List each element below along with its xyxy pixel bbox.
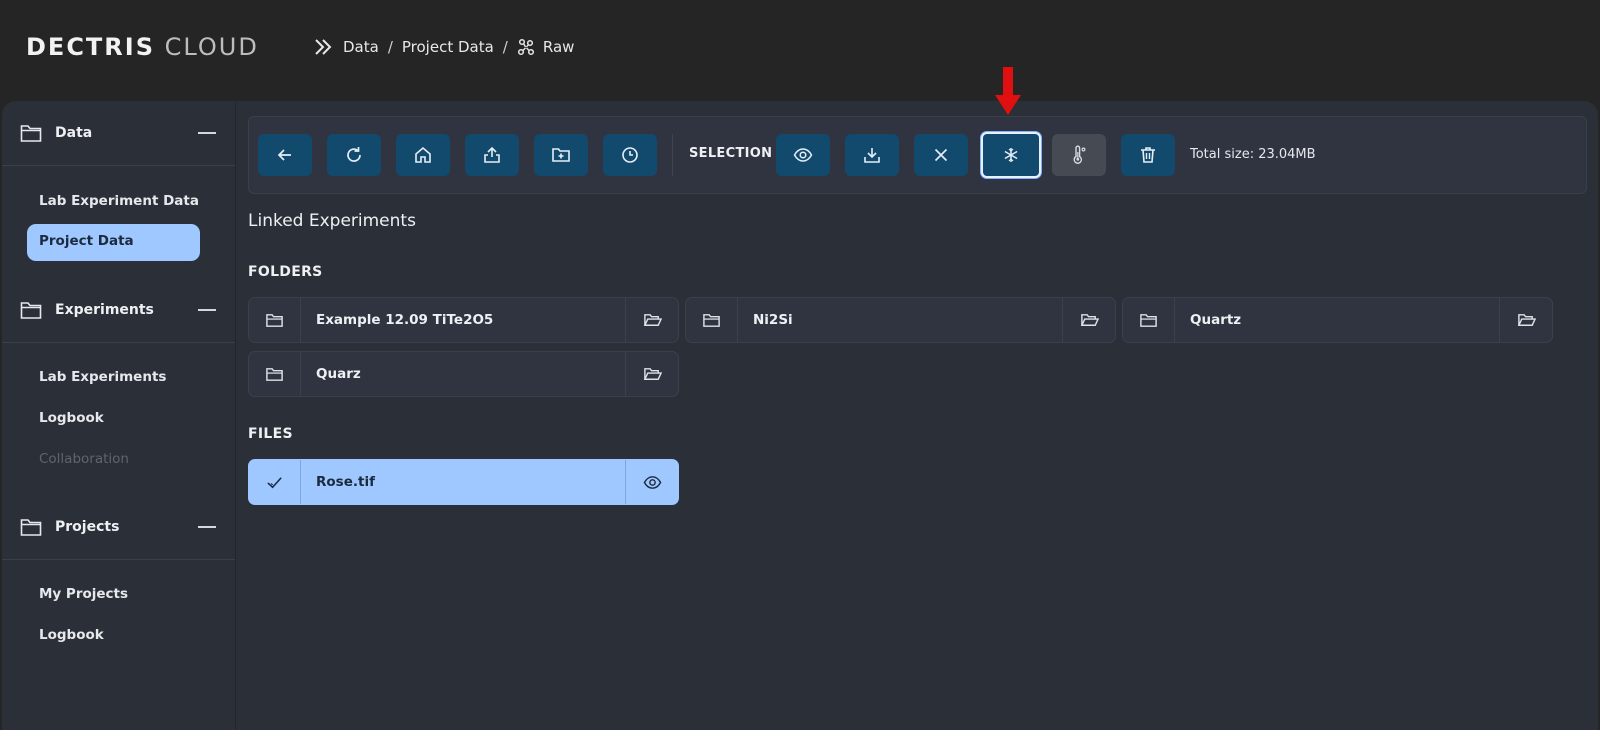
sidebar-section-experiments[interactable]: Experiments: [2, 278, 235, 343]
folder-cell: [686, 298, 738, 342]
toolbar: SELECTION Total size: 23.04MB: [248, 116, 1587, 194]
folders-heading: FOLDERS: [248, 264, 323, 280]
upload-icon: [484, 146, 500, 163]
home-button[interactable]: [396, 134, 450, 176]
open-folder-button[interactable]: [625, 298, 678, 342]
toolbar-divider: [672, 134, 673, 176]
open-folder-button[interactable]: [1499, 298, 1552, 342]
delete-button[interactable]: [1121, 134, 1175, 176]
breadcrumb-item-project-data[interactable]: Project Data: [402, 38, 494, 56]
collapse-icon[interactable]: [198, 526, 216, 528]
folder-card[interactable]: Quartz: [1122, 297, 1553, 343]
collapse-icon[interactable]: [198, 309, 216, 311]
preview-button[interactable]: [776, 134, 830, 176]
sidebar-item-lab-experiment-data[interactable]: Lab Experiment Data: [39, 193, 199, 209]
download-icon: [864, 148, 880, 163]
linked-experiments-heading: Linked Experiments: [248, 211, 416, 231]
close-icon: [934, 148, 948, 162]
double-chevron-right-icon[interactable]: [312, 36, 334, 58]
breadcrumb-separator: /: [502, 38, 508, 56]
folder-icon: [20, 519, 42, 536]
refresh-button[interactable]: [327, 134, 381, 176]
sidebar-item-label: Project Data: [39, 233, 134, 249]
folder-icon: [266, 313, 283, 327]
total-size-label: Total size: 23.04MB: [1190, 147, 1316, 162]
logo-light-text: CLOUD: [164, 33, 259, 61]
folder-cell: [1123, 298, 1175, 342]
sidebar-item-project-data[interactable]: Project Data: [27, 224, 200, 261]
checkmark-icon: [267, 476, 282, 488]
folder-name: Quarz: [316, 366, 361, 382]
folder-cell: [249, 352, 301, 396]
file-name: Rose.tif: [316, 474, 375, 490]
breadcrumb: Data / Project Data / Raw: [312, 34, 574, 60]
collapse-icon[interactable]: [198, 132, 216, 134]
breadcrumb-item-data[interactable]: Data: [343, 38, 379, 56]
folder-icon: [20, 125, 42, 142]
clock-icon: [622, 147, 638, 163]
folder-icon: [266, 367, 283, 381]
folder-open-icon: [643, 313, 662, 326]
preview-file-button[interactable]: [625, 460, 678, 504]
select-checkbox[interactable]: [249, 460, 301, 504]
app-logo[interactable]: DECTRIS CLOUD: [26, 33, 259, 61]
folder-card[interactable]: Ni2Si: [685, 297, 1116, 343]
sidebar-section-title: Projects: [55, 519, 120, 535]
folder-cell: [249, 298, 301, 342]
back-button[interactable]: [258, 134, 312, 176]
sidebar-item-lab-experiments[interactable]: Lab Experiments: [39, 369, 166, 385]
files-heading: FILES: [248, 426, 293, 442]
folder-open-icon: [1517, 313, 1536, 326]
sidebar-item-my-projects[interactable]: My Projects: [39, 586, 128, 602]
thermometer-icon: [1073, 145, 1086, 164]
sidebar: Data Lab Experiment Data Project Data Ex…: [2, 101, 236, 730]
molecule-icon: [517, 38, 534, 56]
clear-selection-button[interactable]: [914, 134, 968, 176]
folder-name: Quartz: [1190, 312, 1242, 328]
folder-card[interactable]: Example 12.09 TiTe2O5: [248, 297, 679, 343]
red-arrow-marker-icon: [995, 67, 1021, 115]
arrow-left-icon: [277, 149, 291, 161]
folder-icon: [1140, 313, 1157, 327]
main-panel: Data Lab Experiment Data Project Data Ex…: [2, 101, 1598, 730]
sidebar-item-collaboration: Collaboration: [39, 451, 129, 467]
sidebar-section-title: Experiments: [55, 302, 154, 318]
file-card[interactable]: Rose.tif: [248, 459, 679, 505]
new-folder-button[interactable]: [534, 134, 588, 176]
download-button[interactable]: [845, 134, 899, 176]
eye-icon: [793, 148, 813, 162]
refresh-icon: [347, 147, 361, 162]
breadcrumb-item-raw[interactable]: Raw: [543, 38, 575, 56]
top-header: DECTRIS CLOUD Data / Project Data / Raw: [0, 0, 1600, 100]
folder-open-icon: [643, 367, 662, 380]
breadcrumb-separator: /: [387, 38, 393, 56]
temperature-button[interactable]: [1052, 134, 1106, 176]
sidebar-item-logbook[interactable]: Logbook: [39, 627, 104, 643]
folder-icon: [703, 313, 720, 327]
eye-icon: [643, 475, 661, 489]
folder-icon: [20, 302, 42, 319]
folder-open-icon: [1080, 313, 1099, 326]
sidebar-section-title: Data: [55, 125, 93, 141]
upload-button[interactable]: [465, 134, 519, 176]
freeze-button[interactable]: [981, 132, 1041, 178]
folder-name: Ni2Si: [753, 312, 793, 328]
folder-plus-icon: [552, 148, 570, 162]
selection-label: SELECTION: [689, 146, 773, 161]
trash-icon: [1141, 147, 1155, 163]
snowflake-icon: [1004, 148, 1018, 162]
home-icon: [415, 146, 431, 163]
sidebar-section-data[interactable]: Data: [2, 101, 235, 166]
folder-card[interactable]: Quarz: [248, 351, 679, 397]
logo-bold-text: DECTRIS: [26, 33, 155, 61]
folder-name: Example 12.09 TiTe2O5: [316, 312, 494, 328]
sidebar-item-logbook[interactable]: Logbook: [39, 410, 104, 426]
history-button[interactable]: [603, 134, 657, 176]
open-folder-button[interactable]: [625, 352, 678, 396]
sidebar-section-projects[interactable]: Projects: [2, 495, 235, 560]
open-folder-button[interactable]: [1062, 298, 1115, 342]
